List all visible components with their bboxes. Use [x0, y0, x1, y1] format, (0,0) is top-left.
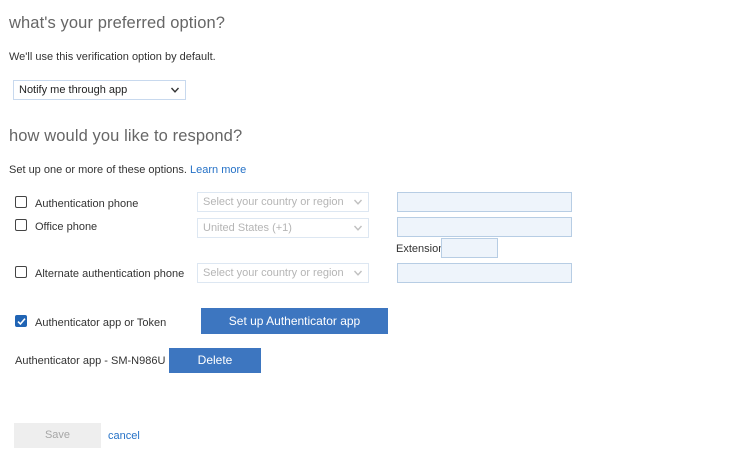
office-phone-country-value: United States (+1) — [203, 222, 292, 234]
save-button[interactable]: Save — [14, 423, 101, 448]
preferred-option-select[interactable]: Notify me through app — [13, 80, 186, 100]
auth-phone-country-placeholder: Select your country or region — [203, 196, 344, 208]
alt-phone-country-select[interactable]: Select your country or region — [197, 263, 369, 283]
checkmark-icon — [17, 318, 26, 326]
chevron-down-icon — [353, 270, 363, 276]
auth-phone-checkbox[interactable] — [15, 196, 27, 208]
auth-phone-country-select[interactable]: Select your country or region — [197, 192, 369, 212]
office-phone-label: Office phone — [35, 221, 98, 233]
delete-device-button[interactable]: Delete — [169, 348, 261, 373]
extension-label: Extension — [396, 243, 445, 255]
office-phone-country-select[interactable]: United States (+1) — [197, 218, 369, 238]
chevron-down-icon — [353, 199, 363, 205]
alt-phone-checkbox[interactable] — [15, 266, 27, 278]
preferred-option-description: We'll use this verification option by de… — [9, 51, 216, 63]
configured-device-label: Authenticator app - SM-N986U — [15, 355, 166, 367]
respond-description-text: Set up one or more of these options. — [9, 164, 187, 176]
respond-heading: how would you like to respond? — [9, 127, 243, 145]
cancel-link[interactable]: cancel — [108, 430, 140, 442]
preferred-option-heading: what's your preferred option? — [9, 14, 226, 32]
office-phone-number-input[interactable] — [397, 217, 572, 237]
authenticator-app-checkbox[interactable] — [15, 315, 27, 327]
preferred-option-value: Notify me through app — [19, 84, 128, 96]
office-phone-checkbox[interactable] — [15, 219, 27, 231]
setup-authenticator-app-button[interactable]: Set up Authenticator app — [201, 308, 388, 334]
chevron-down-icon — [353, 225, 363, 231]
alt-phone-number-input[interactable] — [397, 263, 572, 283]
auth-phone-label: Authentication phone — [35, 198, 139, 210]
respond-description: Set up one or more of these options. Lea… — [9, 164, 246, 176]
learn-more-link[interactable]: Learn more — [190, 164, 246, 176]
alt-phone-label: Alternate authentication phone — [35, 268, 185, 280]
authenticator-app-label: Authenticator app or Token — [35, 317, 167, 329]
auth-phone-number-input[interactable] — [397, 192, 572, 212]
alt-phone-country-placeholder: Select your country or region — [203, 267, 344, 279]
extension-input[interactable] — [441, 238, 498, 258]
chevron-down-icon — [170, 87, 180, 93]
